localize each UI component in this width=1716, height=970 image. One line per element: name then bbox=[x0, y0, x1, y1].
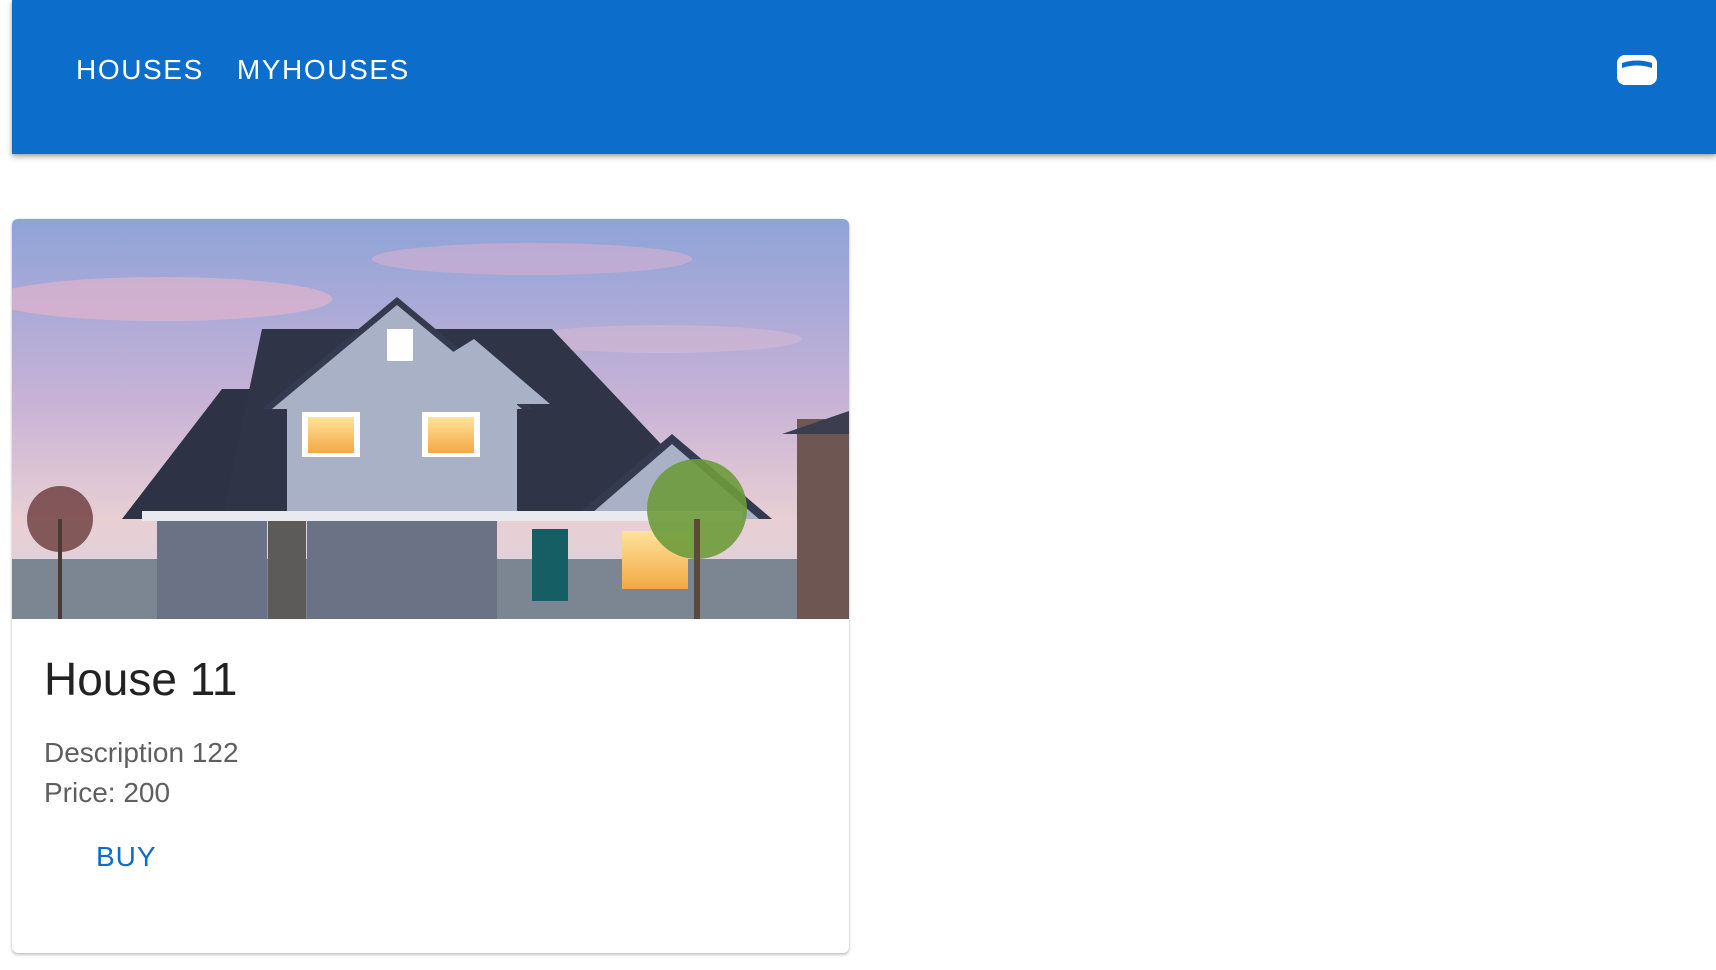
house-title: House 11 bbox=[44, 653, 238, 705]
house-image bbox=[12, 219, 849, 619]
nav-houses[interactable]: HOUSES bbox=[76, 52, 204, 88]
house-price: Price: 200 bbox=[44, 777, 171, 808]
top-nav: HOUSES MYHOUSES bbox=[76, 52, 443, 88]
wallet-icon[interactable] bbox=[1616, 52, 1658, 88]
nav-myhouses[interactable]: MYHOUSES bbox=[237, 52, 410, 88]
buy-button[interactable]: BUY bbox=[96, 837, 157, 877]
house-card: House 11 Description 122 Price: 200 BUY bbox=[12, 219, 849, 953]
house-description: Description 122 bbox=[44, 737, 239, 768]
app-bar: HOUSES MYHOUSES bbox=[12, 0, 1716, 154]
